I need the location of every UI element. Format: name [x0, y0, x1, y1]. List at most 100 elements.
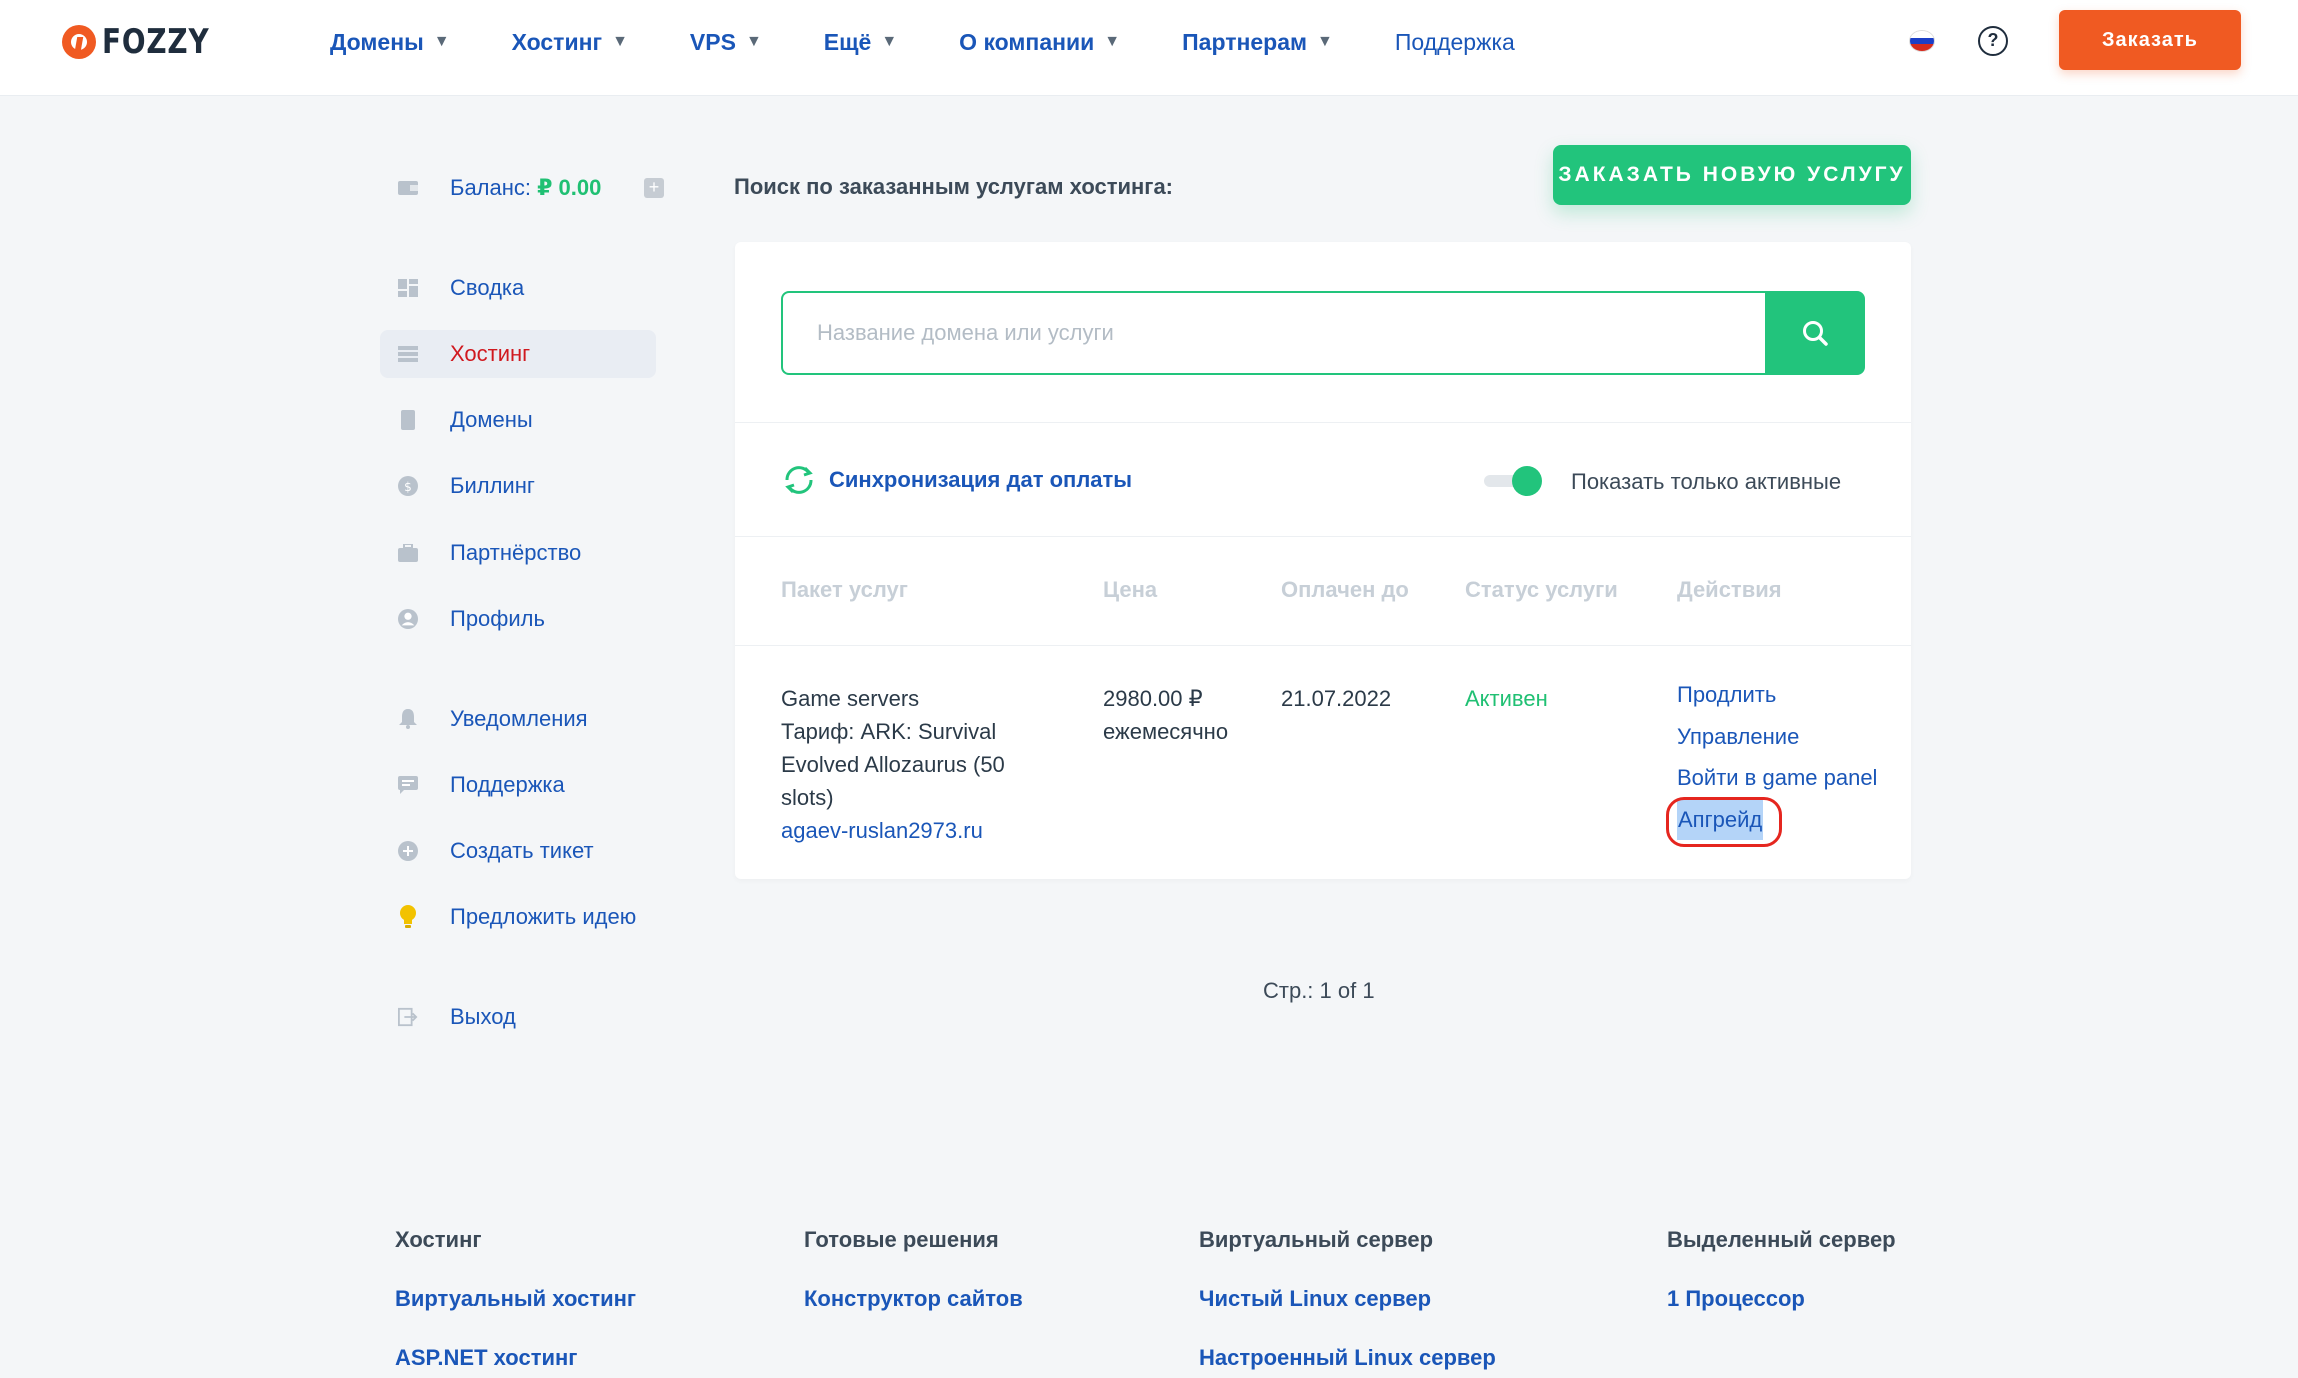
upgrade-wrapper: Апгрейд	[1666, 796, 1782, 847]
nav-support[interactable]: Поддержка	[1395, 29, 1515, 56]
chevron-down-icon: ▼	[433, 33, 450, 50]
dashboard-icon	[398, 278, 418, 298]
balance-label-text: Баланс:	[450, 175, 532, 200]
balance-amount: ₽ 0.00	[537, 175, 602, 200]
active-only-toggle[interactable]	[1484, 466, 1542, 496]
sidebar-item-notifications[interactable]: Уведомления	[380, 697, 656, 741]
plus-circle-icon	[398, 841, 418, 861]
cell-paid-until: 21.07.2022	[1281, 686, 1392, 711]
russian-flag-icon[interactable]	[1909, 30, 1935, 52]
sidebar-item-label: Биллинг	[450, 473, 535, 498]
search-button[interactable]	[1765, 291, 1865, 375]
sidebar-item-label: Профиль	[450, 606, 545, 631]
action-renew-link[interactable]: Продлить	[1677, 674, 1877, 716]
wallet-icon	[398, 178, 418, 198]
nav-label: Хостинг	[511, 28, 603, 55]
cell-package: Game servers Тариф: ARK: Survival Evolve…	[781, 682, 1081, 847]
flag-stripe-red	[1910, 44, 1934, 51]
sidebar-item-label: Создать тикет	[450, 838, 594, 863]
column-header-paid-until: Оплачен до	[1281, 577, 1409, 602]
package-line: Game servers	[781, 686, 920, 711]
active-only-label: Показать только активные	[1571, 469, 1842, 494]
nav-label: Домены	[330, 28, 424, 55]
footer-link[interactable]: Виртуальный хостинг	[395, 1286, 636, 1312]
nav-domains[interactable]: Домены ▼	[330, 29, 450, 56]
order-new-service-button[interactable]: ЗАКАЗАТЬ НОВУЮ УСЛУГУ	[1553, 145, 1911, 205]
column-header-actions: Действия	[1677, 577, 1782, 602]
sidebar-item-label: Предложить идею	[450, 904, 637, 929]
cell-price: 2980.00 ₽ ежемесячно	[1103, 682, 1228, 748]
user-icon	[398, 609, 418, 629]
fozzy-logo[interactable]: FOZZY	[62, 22, 233, 62]
price-period: ежемесячно	[1103, 719, 1229, 744]
footer-column-dedicated-server: Выделенный сервер 1 Процессор	[1667, 1150, 1896, 1312]
divider	[735, 536, 1911, 537]
sidebar-item-suggest-idea[interactable]: Предложить идею	[380, 895, 656, 939]
sidebar-item-support[interactable]: Поддержка	[380, 763, 656, 807]
footer-heading: Готовые решения	[804, 1227, 999, 1252]
sync-payment-dates[interactable]: Синхронизация дат оплаты	[781, 464, 1132, 496]
sidebar-item-profile[interactable]: Профиль	[380, 597, 656, 641]
search-input[interactable]	[781, 291, 1781, 375]
flag-stripe-blue	[1910, 37, 1934, 45]
document-icon	[398, 410, 418, 430]
nav-hosting[interactable]: Хостинг ▼	[512, 29, 628, 56]
search-title: Поиск по заказанным услугам хостинга:	[734, 174, 1174, 199]
services-card: Синхронизация дат оплаты Показать только…	[735, 242, 1911, 879]
chevron-down-icon: ▼	[1317, 33, 1333, 50]
toggle-knob	[1512, 466, 1542, 496]
footer-link[interactable]: 1 Процессор	[1667, 1286, 1896, 1312]
balance-label: Баланс: ₽ 0.00	[450, 175, 601, 201]
nav-label: Поддержка	[1394, 28, 1515, 55]
status-badge: Активен	[1465, 686, 1548, 711]
footer: Хостинг Виртуальный хостинг ASP.NET хост…	[0, 1150, 2298, 1378]
action-manage-link[interactable]: Управление	[1677, 716, 1877, 758]
chevron-down-icon: ▼	[881, 33, 898, 50]
chevron-down-icon: ▼	[745, 33, 762, 50]
add-funds-icon[interactable]: +	[644, 178, 664, 198]
divider	[735, 645, 1911, 646]
footer-column-virtual-server: Виртуальный сервер Чистый Linux сервер Н…	[1199, 1150, 1496, 1371]
sidebar-item-domains[interactable]: Домены	[380, 398, 656, 442]
footer-link[interactable]: Чистый Linux сервер	[1199, 1286, 1496, 1312]
nav-label: Ещё	[823, 28, 872, 55]
package-line: slots)	[781, 785, 834, 810]
nav-about[interactable]: О компании ▼	[959, 29, 1120, 56]
footer-link[interactable]: Настроенный Linux сервер	[1199, 1345, 1496, 1371]
top-header: FOZZY Домены ▼ Хостинг ▼ VPS ▼ Ещё ▼ О к…	[0, 0, 2298, 96]
package-line: Тариф: ARK: Survival	[781, 719, 997, 744]
package-line: Evolved Allozaurus (50	[781, 752, 1005, 777]
coin-icon: $	[398, 476, 418, 496]
sync-icon	[785, 466, 813, 494]
price-value: 2980.00 ₽	[1103, 686, 1203, 711]
footer-link[interactable]: ASP.NET хостинг	[395, 1345, 636, 1371]
sidebar-item-label: Выход	[450, 1004, 516, 1029]
nav-vps[interactable]: VPS ▼	[690, 29, 762, 56]
chevron-down-icon: ▼	[612, 33, 628, 50]
nav-label: О компании	[959, 28, 1095, 55]
sidebar-item-label: Партнёрство	[450, 540, 582, 565]
sync-label: Синхронизация дат оплаты	[829, 467, 1133, 492]
divider	[735, 422, 1911, 423]
footer-link[interactable]: Конструктор сайтов	[804, 1286, 1023, 1312]
package-domain-link[interactable]: agaev-ruslan2973.ru	[781, 814, 1081, 847]
sidebar-item-create-ticket[interactable]: Создать тикет	[380, 829, 656, 873]
column-header-price: Цена	[1103, 577, 1158, 602]
action-game-panel-link[interactable]: Войти в game panel	[1677, 757, 1877, 799]
sidebar-item-logout[interactable]: Выход	[380, 995, 656, 1039]
footer-heading: Выделенный сервер	[1667, 1227, 1896, 1252]
order-button[interactable]: Заказать	[2059, 10, 2241, 70]
sidebar-item-billing[interactable]: $ Биллинг	[380, 464, 656, 508]
sidebar-item-partnership[interactable]: Партнёрство	[380, 531, 656, 575]
nav-partners[interactable]: Партнерам ▼	[1182, 29, 1333, 56]
sidebar-item-hosting[interactable]: Хостинг	[380, 330, 656, 378]
nav-label: Партнерам	[1182, 28, 1307, 55]
main-nav: Домены ▼ Хостинг ▼ VPS ▼ Ещё ▼ О компани…	[330, 0, 1577, 84]
fozzy-logo-icon	[62, 25, 96, 59]
briefcase-icon	[398, 543, 418, 563]
nav-more[interactable]: Ещё ▼	[824, 29, 897, 56]
sidebar-item-summary[interactable]: Сводка	[380, 266, 656, 310]
help-icon[interactable]: ?	[1978, 26, 2008, 56]
annotation-circle	[1666, 796, 1782, 847]
search-icon	[1803, 321, 1828, 346]
